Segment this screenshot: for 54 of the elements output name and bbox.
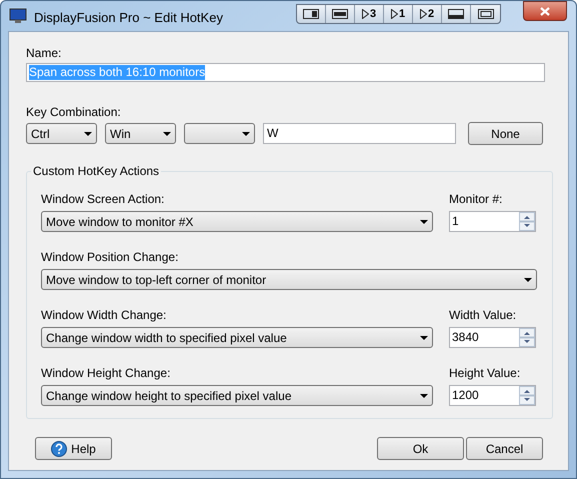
toolbar-button[interactable]: 2 (413, 5, 442, 23)
caret-icon (163, 132, 171, 136)
field-label: Window Screen Action: (41, 192, 166, 206)
caret-icon (420, 336, 428, 340)
cancel-button[interactable]: Cancel (466, 437, 543, 460)
caret-icon (84, 132, 92, 136)
help-button[interactable]: Help (35, 437, 112, 460)
number-field[interactable]: 3840 (449, 327, 536, 348)
span-icon (332, 9, 348, 19)
number-field[interactable]: 1 (449, 211, 536, 232)
field-label: Window Position Change: (41, 250, 180, 264)
window-title: DisplayFusion Pro ~ Edit HotKey (34, 9, 223, 27)
caret-icon (524, 278, 532, 282)
field-label: Key Combination: (26, 105, 122, 119)
toolbar-button[interactable]: 1 (384, 5, 413, 23)
help-icon (51, 440, 68, 456)
field-label: Height Value: (449, 366, 522, 380)
spinner-arrows-icon (519, 212, 535, 231)
spinner-arrows-icon (519, 386, 535, 405)
selected-text: Span across both 16:10 monitors (29, 65, 206, 80)
number-field[interactable]: 1200 (449, 385, 536, 406)
maximize-icon (478, 9, 494, 19)
monitor-icon (9, 8, 27, 24)
monitor-number: 1 (398, 8, 406, 20)
none-button[interactable]: None (468, 122, 543, 145)
close-icon (540, 6, 550, 16)
ok-button[interactable]: Ok (377, 437, 464, 460)
group-title: Custom HotKey Actions (31, 164, 162, 178)
key-field[interactable]: W (263, 123, 456, 144)
play-icon (362, 9, 369, 19)
dropdown[interactable]: Move window to top-left corner of monitor (41, 269, 537, 290)
field-label: Monitor #: (449, 192, 504, 206)
close-button[interactable] (523, 1, 567, 21)
dropdown[interactable]: Move window to monitor #X (41, 211, 433, 232)
monitor-number: 2 (428, 8, 434, 20)
toolbar-button[interactable]: 3 (355, 5, 384, 23)
caret-icon (420, 220, 428, 224)
dock-icon (303, 9, 319, 19)
play-icon (420, 9, 427, 19)
minimize-icon (448, 9, 464, 19)
dropdown[interactable]: Ctrl (26, 123, 97, 144)
dropdown[interactable]: Change window width to specified pixel value (41, 327, 433, 348)
field-label: Window Width Change: (41, 308, 168, 322)
spinner-arrows-icon (519, 328, 535, 347)
dropdown[interactable]: Win (105, 123, 176, 144)
dropdown[interactable] (184, 123, 255, 144)
caret-icon (242, 132, 250, 136)
field-label: Width Value: (449, 308, 518, 322)
field-label: Window Height Change: (41, 366, 172, 380)
field-label: Name: (26, 46, 62, 60)
dropdown[interactable]: Change window height to specified pixel value (41, 385, 433, 406)
caret-icon (420, 394, 428, 398)
monitor-number: 3 (370, 8, 376, 20)
play-icon (390, 9, 398, 19)
